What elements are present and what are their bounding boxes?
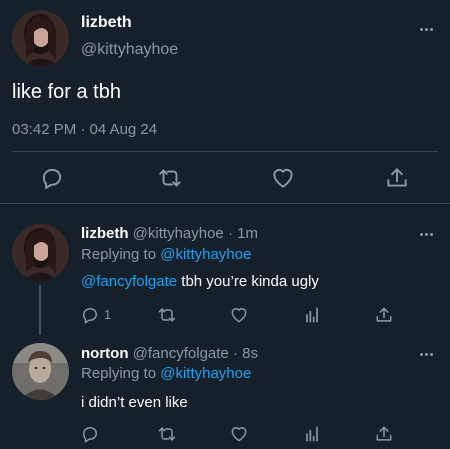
like-icon[interactable] bbox=[270, 165, 296, 191]
tweet-timestamp[interactable]: 03:42 PM · 04 Aug 24 bbox=[12, 120, 157, 140]
avatar[interactable] bbox=[12, 343, 69, 400]
more-options-icon[interactable] bbox=[416, 229, 436, 239]
avatar[interactable] bbox=[12, 224, 69, 281]
reply-icon[interactable] bbox=[80, 305, 100, 325]
reply-count: 1 bbox=[104, 307, 112, 322]
replying-to: Replying to @kittyhayhoe bbox=[81, 245, 251, 265]
replying-prefix: Replying to bbox=[81, 246, 161, 263]
reply-text: @fancyfolgate tbh you’re kinda ugly bbox=[81, 272, 319, 292]
analytics-icon[interactable] bbox=[302, 305, 322, 325]
share-icon[interactable] bbox=[384, 165, 410, 191]
display-name[interactable]: lizbeth bbox=[81, 225, 129, 242]
reply-icon[interactable] bbox=[39, 165, 65, 191]
analytics-icon[interactable] bbox=[302, 424, 322, 444]
display-name[interactable]: lizbeth bbox=[81, 13, 132, 33]
reply-body: tbh you’re kinda ugly bbox=[177, 273, 319, 290]
like-icon[interactable] bbox=[229, 424, 249, 444]
thread-line bbox=[39, 285, 41, 335]
reply-header: lizbeth @kittyhayhoe · 1m bbox=[81, 224, 258, 244]
display-name[interactable]: norton bbox=[81, 345, 128, 362]
share-icon[interactable] bbox=[374, 305, 394, 325]
tweet-text: like for a tbh bbox=[12, 81, 121, 103]
avatar[interactable] bbox=[12, 10, 69, 67]
user-handle[interactable]: @kittyhayhoe bbox=[81, 40, 178, 60]
handle-and-time[interactable]: @fancyfolgate · 8s bbox=[133, 345, 258, 362]
retweet-icon[interactable] bbox=[157, 305, 177, 325]
share-icon[interactable] bbox=[374, 424, 394, 444]
divider bbox=[12, 151, 438, 152]
retweet-icon[interactable] bbox=[157, 165, 183, 191]
reply-icon[interactable] bbox=[80, 424, 100, 444]
like-icon[interactable] bbox=[229, 305, 249, 325]
reply-tweet[interactable]: lizbeth @kittyhayhoe · 1m Replying to @k… bbox=[0, 204, 450, 335]
mention-link[interactable]: @kittyhayhoe bbox=[160, 246, 251, 263]
more-options-icon[interactable] bbox=[416, 349, 436, 359]
more-options-icon[interactable] bbox=[416, 24, 436, 34]
replying-prefix: Replying to bbox=[81, 365, 161, 382]
main-tweet: lizbeth @kittyhayhoe like for a tbh 03:4… bbox=[0, 0, 450, 200]
handle-and-time[interactable]: @kittyhayhoe · 1m bbox=[133, 225, 258, 242]
reply-text: i didn’t even like bbox=[81, 394, 188, 411]
mention-link[interactable]: @kittyhayhoe bbox=[160, 365, 251, 382]
reply-header: norton @fancyfolgate · 8s bbox=[81, 344, 258, 364]
mention-link[interactable]: @fancyfolgate bbox=[81, 273, 177, 290]
replying-to: Replying to @kittyhayhoe bbox=[81, 364, 251, 384]
retweet-icon[interactable] bbox=[157, 424, 177, 444]
reply-tweet[interactable]: norton @fancyfolgate · 8s Replying to @k… bbox=[0, 335, 450, 449]
tweet-thread-page: lizbeth @kittyhayhoe like for a tbh 03:4… bbox=[0, 0, 450, 449]
